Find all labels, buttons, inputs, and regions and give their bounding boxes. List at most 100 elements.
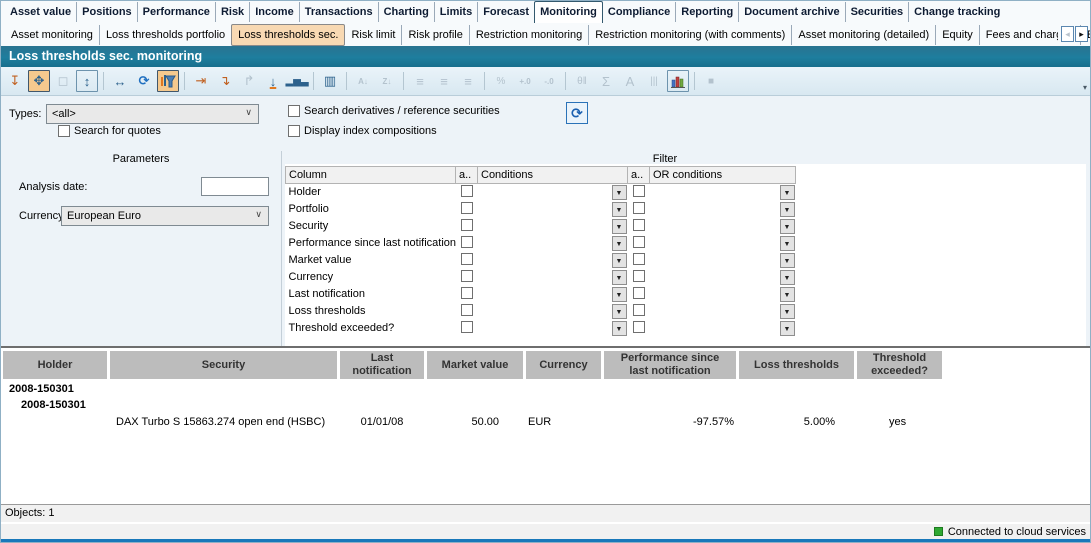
display-settings-icon[interactable]: θ‖ <box>571 70 593 92</box>
group-row-holder[interactable]: 2008-150301 <box>9 383 74 395</box>
subtab-loss-thresholds-sec-selected[interactable]: Loss thresholds sec. <box>231 24 345 46</box>
conditions-dropdown[interactable]: ▼ <box>612 321 627 336</box>
subtab-restriction-monitoring[interactable]: Restriction monitoring <box>469 25 588 45</box>
or-conditions-dropdown[interactable]: ▼ <box>780 270 795 285</box>
chart-colored-icon[interactable] <box>667 70 689 92</box>
menu-risk[interactable]: Risk <box>215 2 249 22</box>
font-icon[interactable]: A <box>619 70 641 92</box>
conditions-dropdown[interactable]: ▼ <box>612 253 627 268</box>
menu-document-archive[interactable]: Document archive <box>738 2 844 22</box>
menu-income[interactable]: Income <box>249 2 299 22</box>
refresh-icon[interactable]: ⟳ <box>133 70 155 92</box>
and-checkbox[interactable] <box>461 253 473 265</box>
sort-ascending-icon[interactable]: A↓ <box>352 70 374 92</box>
or-conditions-dropdown[interactable]: ▼ <box>780 253 795 268</box>
or-and-checkbox[interactable] <box>633 185 645 197</box>
conditions-dropdown[interactable]: ▼ <box>612 304 627 319</box>
move-row-up-icon[interactable]: ↱ <box>238 70 260 92</box>
or-conditions-dropdown[interactable]: ▼ <box>780 185 795 200</box>
remove-decimal-icon[interactable]: -.0 <box>538 70 560 92</box>
subtab-loss-thresholds-portfolio[interactable]: Loss thresholds portfolio <box>99 25 231 45</box>
fit-window-icon[interactable]: ✥ <box>28 70 50 92</box>
search-quotes-checkbox[interactable] <box>58 125 70 137</box>
chart-mini-icon[interactable]: ||| <box>643 70 665 92</box>
stop-icon[interactable]: ■ <box>700 70 722 92</box>
and-checkbox[interactable] <box>461 304 473 316</box>
conditions-dropdown[interactable]: ▼ <box>612 185 627 200</box>
conditions-dropdown[interactable]: ▼ <box>612 270 627 285</box>
subtab-equity[interactable]: Equity <box>935 25 979 45</box>
menu-reporting[interactable]: Reporting <box>675 2 738 22</box>
results-header-security[interactable]: Security <box>110 351 337 379</box>
menu-performance[interactable]: Performance <box>137 2 215 22</box>
menu-transactions[interactable]: Transactions <box>299 2 378 22</box>
and-checkbox[interactable] <box>461 219 473 231</box>
or-conditions-dropdown[interactable]: ▼ <box>780 321 795 336</box>
or-and-checkbox[interactable] <box>633 219 645 231</box>
menu-compliance[interactable]: Compliance <box>603 2 675 22</box>
conditions-dropdown[interactable]: ▼ <box>612 202 627 217</box>
results-header-performance[interactable]: Performance since last notification <box>604 351 736 379</box>
menu-charting[interactable]: Charting <box>378 2 434 22</box>
or-and-checkbox[interactable] <box>633 287 645 299</box>
or-and-checkbox[interactable] <box>633 304 645 316</box>
results-header-currency[interactable]: Currency <box>526 351 601 379</box>
fit-width-icon[interactable]: ↔ <box>109 70 131 92</box>
align-center-icon[interactable]: ≡ <box>433 70 455 92</box>
or-and-checkbox[interactable] <box>633 321 645 333</box>
or-conditions-dropdown[interactable]: ▼ <box>780 219 795 234</box>
select-region-icon[interactable]: ◻ <box>52 70 74 92</box>
conditions-dropdown[interactable]: ▼ <box>612 287 627 302</box>
align-right-icon[interactable]: ≡ <box>457 70 479 92</box>
results-header-holder[interactable]: Holder <box>3 351 107 379</box>
results-header-threshold-exceeded[interactable]: Threshold exceeded? <box>857 351 942 379</box>
sort-descending-icon[interactable]: Z↓ <box>376 70 398 92</box>
and-checkbox[interactable] <box>461 321 473 333</box>
execute-search-button[interactable]: ⟳ <box>566 102 588 124</box>
results-splitter[interactable] <box>1 346 1090 348</box>
scroll-tabs-left-button[interactable]: ◂ <box>1061 26 1074 42</box>
or-conditions-dropdown[interactable]: ▼ <box>780 236 795 251</box>
scroll-tabs-right-button[interactable]: ▸ <box>1075 26 1088 42</box>
results-header-market-value[interactable]: Market value <box>427 351 523 379</box>
histogram-icon[interactable]: ▂▅▃ <box>286 70 308 92</box>
and-checkbox[interactable] <box>461 185 473 197</box>
add-decimal-icon[interactable]: +.0 <box>514 70 536 92</box>
and-checkbox[interactable] <box>461 202 473 214</box>
or-and-checkbox[interactable] <box>633 236 645 248</box>
menu-forecast[interactable]: Forecast <box>477 2 534 22</box>
or-conditions-dropdown[interactable]: ▼ <box>780 287 795 302</box>
move-row-down-icon[interactable]: ↴ <box>214 70 236 92</box>
subtab-asset-monitoring[interactable]: Asset monitoring <box>5 25 99 45</box>
search-derivatives-checkbox[interactable] <box>288 105 300 117</box>
results-header-last-notification[interactable]: Last notification <box>340 351 424 379</box>
and-checkbox[interactable] <box>461 270 473 282</box>
toolbar-overflow-icon[interactable]: ▾ <box>1083 83 1087 92</box>
save-layout-icon[interactable]: ↧ <box>4 70 26 92</box>
currency-select[interactable]: European Euro ∨ <box>61 206 269 226</box>
goto-bottom-icon[interactable]: ↓ <box>262 70 284 92</box>
analysis-date-input[interactable] <box>201 177 269 196</box>
sum-icon[interactable]: Σ <box>595 70 617 92</box>
or-conditions-dropdown[interactable]: ▼ <box>780 202 795 217</box>
types-select[interactable]: <all> ∨ <box>46 104 259 124</box>
conditions-dropdown[interactable]: ▼ <box>612 219 627 234</box>
results-header-loss-thresholds[interactable]: Loss thresholds <box>739 351 854 379</box>
menu-monitoring-selected[interactable]: Monitoring <box>534 1 603 23</box>
or-conditions-dropdown[interactable]: ▼ <box>780 304 795 319</box>
display-index-checkbox[interactable] <box>288 125 300 137</box>
fit-height-icon[interactable]: ↕ <box>76 70 98 92</box>
subtab-asset-monitoring-detailed[interactable]: Asset monitoring (detailed) <box>791 25 935 45</box>
subtab-risk-limit[interactable]: Risk limit <box>345 25 401 45</box>
menu-positions[interactable]: Positions <box>76 2 137 22</box>
menu-limits[interactable]: Limits <box>434 2 477 22</box>
filter-icon[interactable] <box>157 70 179 92</box>
subtab-restriction-monitoring-comments[interactable]: Restriction monitoring (with comments) <box>588 25 791 45</box>
menu-securities[interactable]: Securities <box>845 2 909 22</box>
or-and-checkbox[interactable] <box>633 202 645 214</box>
chart-columns-icon[interactable]: ▥ <box>319 70 341 92</box>
or-and-checkbox[interactable] <box>633 253 645 265</box>
percent-icon[interactable]: % <box>490 70 512 92</box>
align-left-icon[interactable]: ≡ <box>409 70 431 92</box>
menu-change-tracking[interactable]: Change tracking <box>908 2 1005 22</box>
